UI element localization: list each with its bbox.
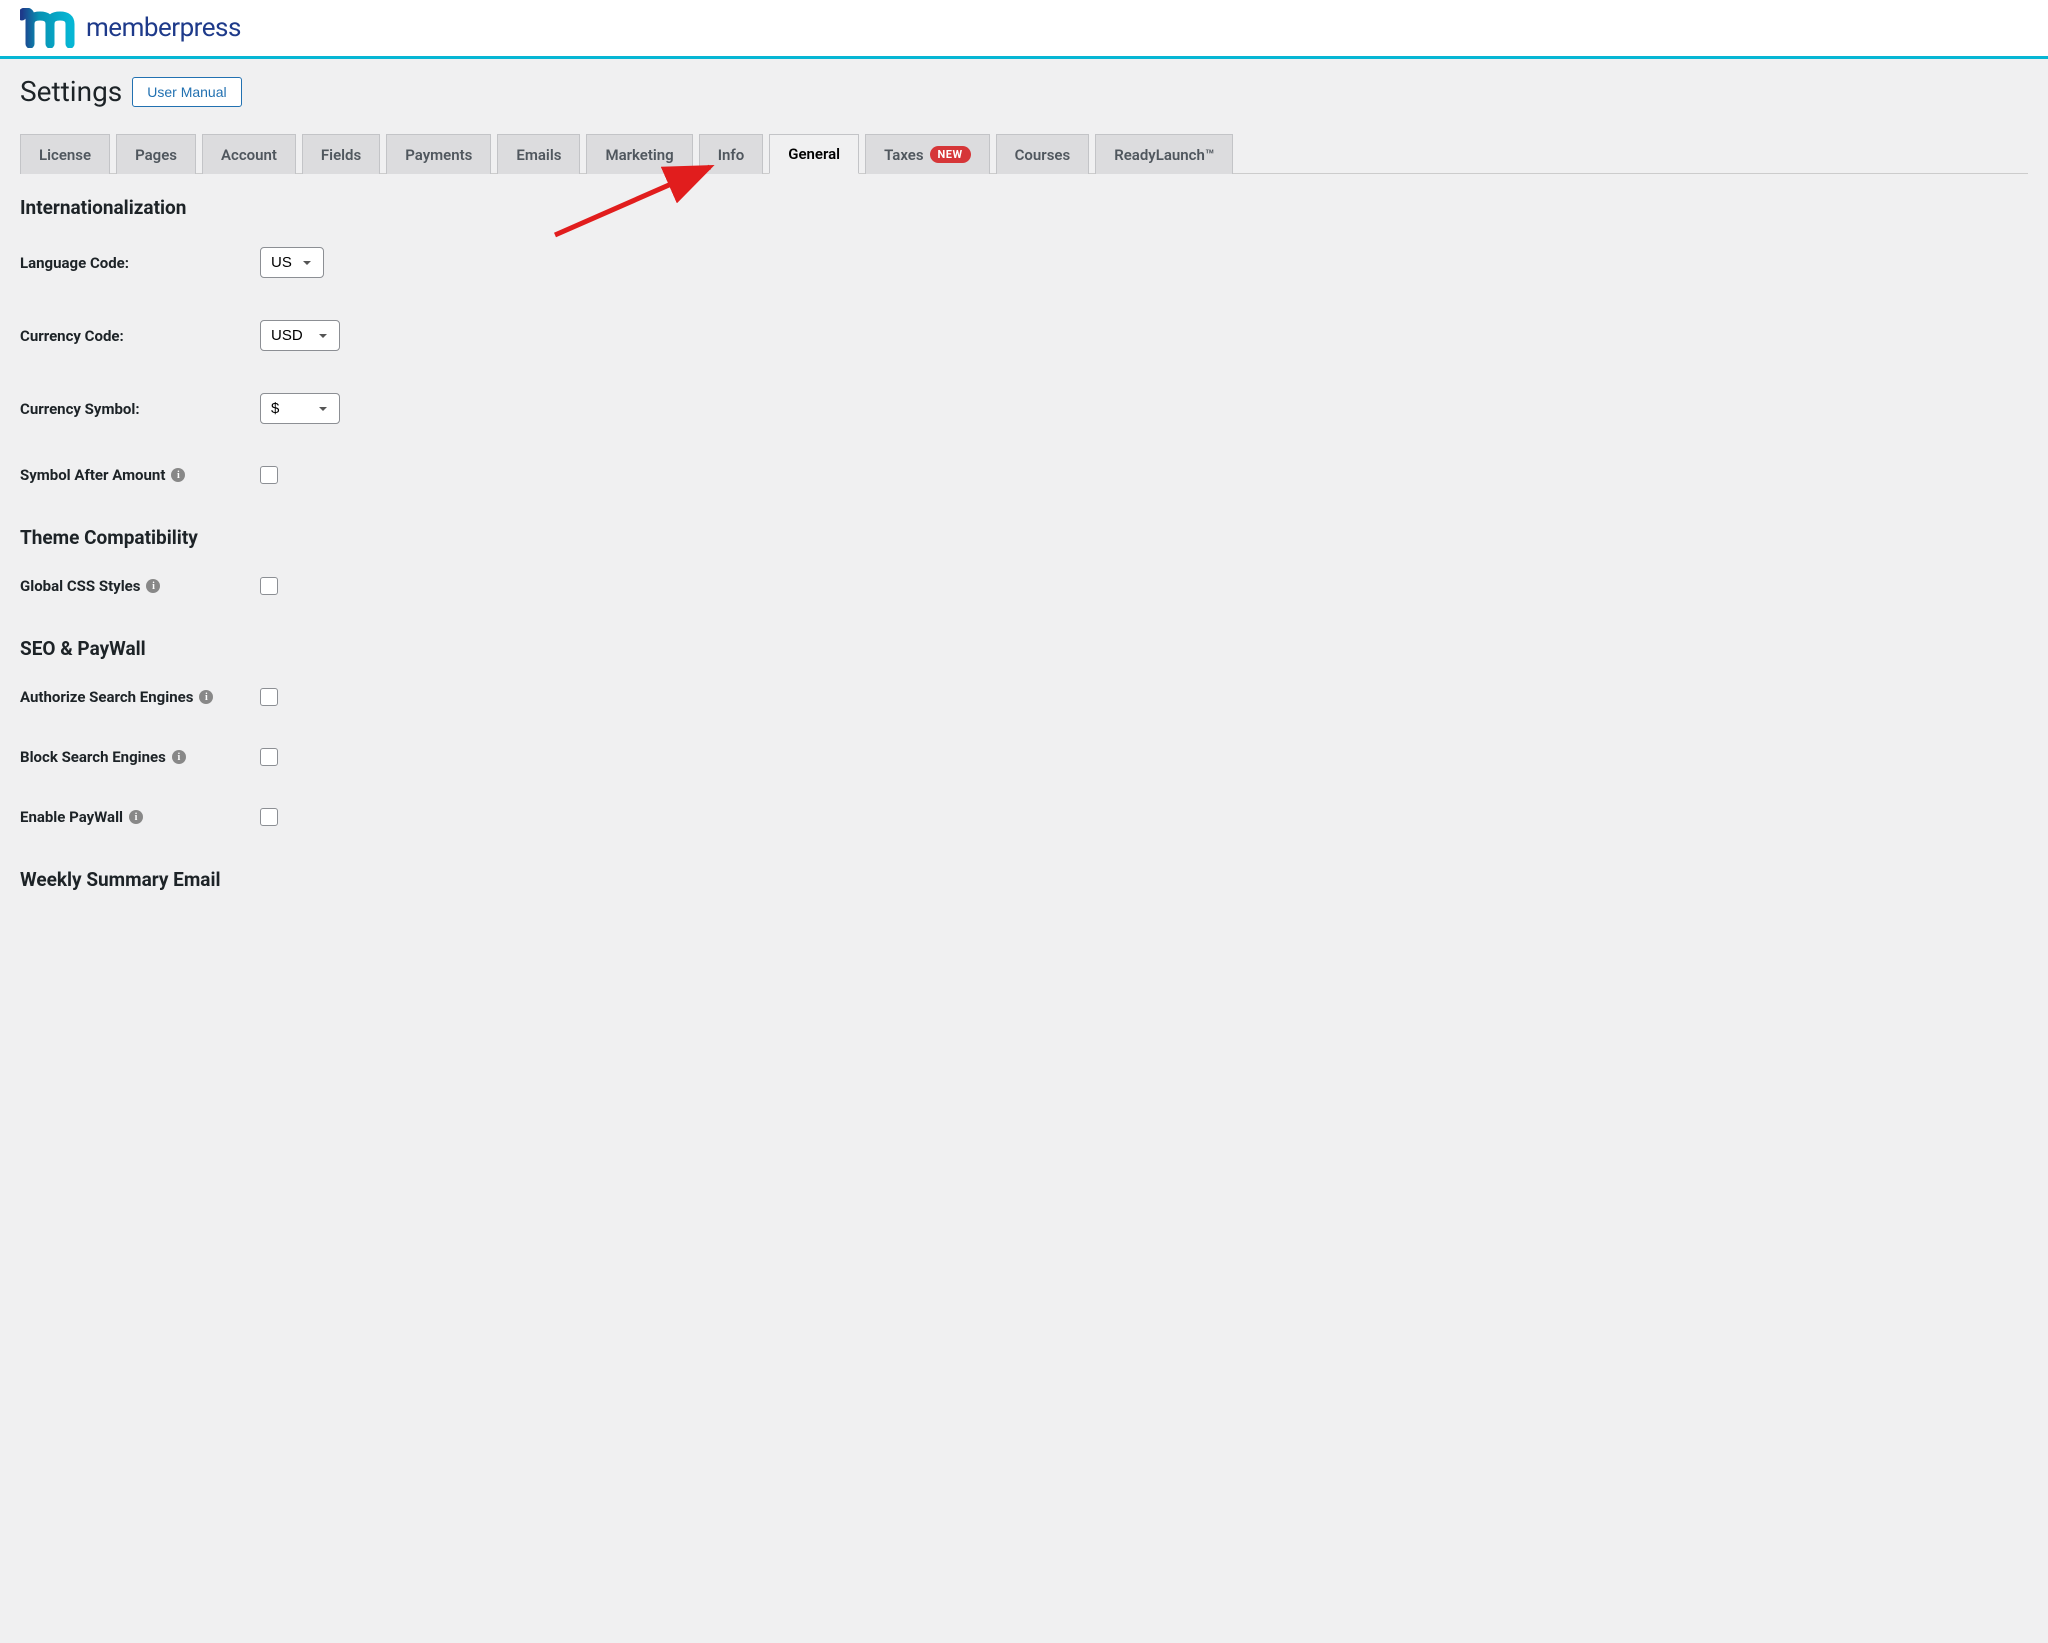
symbol-after-amount-label: Symbol After Amount i [20,466,260,484]
enable-paywall-row: Enable PayWall i [20,808,2028,826]
tab-label: Courses [1015,146,1071,164]
tab-label: Emails [516,146,561,164]
tab-label: Marketing [605,146,673,164]
tab-general[interactable]: General [769,134,859,174]
authorize-search-checkbox[interactable] [260,688,278,706]
user-manual-button[interactable]: User Manual [132,77,241,107]
tab-info[interactable]: Info [699,134,764,174]
tab-label: General [788,145,840,163]
tab-label: Pages [135,146,177,164]
authorize-search-label: Authorize Search Engines i [20,688,260,706]
enable-paywall-checkbox[interactable] [260,808,278,826]
tab-payments[interactable]: Payments [386,134,491,174]
tab-label: Taxes [884,146,923,164]
tab-emails[interactable]: Emails [497,134,580,174]
global-css-label: Global CSS Styles i [20,577,260,595]
tab-label: Info [718,146,745,164]
currency-symbol-select[interactable]: $ [260,393,340,424]
settings-tabs: License Pages Account Fields Payments Emails M… [20,134,2028,174]
tab-pages[interactable]: Pages [116,134,196,174]
currency-symbol-label: Currency Symbol: [20,400,260,418]
info-icon[interactable]: i [199,690,213,704]
new-badge: NEW [930,146,971,163]
tab-account[interactable]: Account [202,134,296,174]
page-title: Settings [20,75,122,108]
global-css-checkbox[interactable] [260,577,278,595]
currency-code-select[interactable]: USD [260,320,340,351]
info-icon[interactable]: i [171,468,185,482]
currency-code-row: Currency Code: USD [20,320,2028,351]
language-code-row: Language Code: US [20,247,2028,278]
brand-text: memberpress [86,13,241,43]
global-css-row: Global CSS Styles i [20,577,2028,595]
tab-label: Account [221,146,277,164]
authorize-search-row: Authorize Search Engines i [20,688,2028,706]
block-search-label: Block Search Engines i [20,748,260,766]
enable-paywall-label: Enable PayWall i [20,808,260,826]
title-row: Settings User Manual [20,75,2028,108]
symbol-after-amount-checkbox[interactable] [260,466,278,484]
info-icon[interactable]: i [129,810,143,824]
app-header: memberpress [0,0,2048,59]
section-weekly-summary-heading: Weekly Summary Email [20,868,2028,891]
tab-fields[interactable]: Fields [302,134,380,174]
memberpress-logo-icon [20,8,78,48]
main-content: Settings User Manual License Pages Account… [0,59,2048,959]
language-code-select[interactable]: US [260,247,324,278]
language-code-label: Language Code: [20,254,260,272]
brand-logo: memberpress [20,8,2048,56]
symbol-after-amount-row: Symbol After Amount i [20,466,2028,484]
info-icon[interactable]: i [172,750,186,764]
tab-label: License [39,146,91,164]
tab-readylaunch[interactable]: ReadyLaunch™ [1095,134,1233,174]
block-search-row: Block Search Engines i [20,748,2028,766]
block-search-checkbox[interactable] [260,748,278,766]
info-icon[interactable]: i [146,579,160,593]
section-theme-compatibility-heading: Theme Compatibility [20,526,2028,549]
section-seo-paywall-heading: SEO & PayWall [20,637,2028,660]
tab-label: Fields [321,146,361,164]
tab-taxes[interactable]: Taxes NEW [865,134,990,174]
section-internationalization-heading: Internationalization [20,196,2028,219]
tab-label: Payments [405,146,472,164]
currency-symbol-row: Currency Symbol: $ [20,393,2028,424]
tab-license[interactable]: License [20,134,110,174]
tab-courses[interactable]: Courses [996,134,1090,174]
currency-code-label: Currency Code: [20,327,260,345]
tab-marketing[interactable]: Marketing [586,134,692,174]
tab-label: ReadyLaunch™ [1114,146,1214,164]
